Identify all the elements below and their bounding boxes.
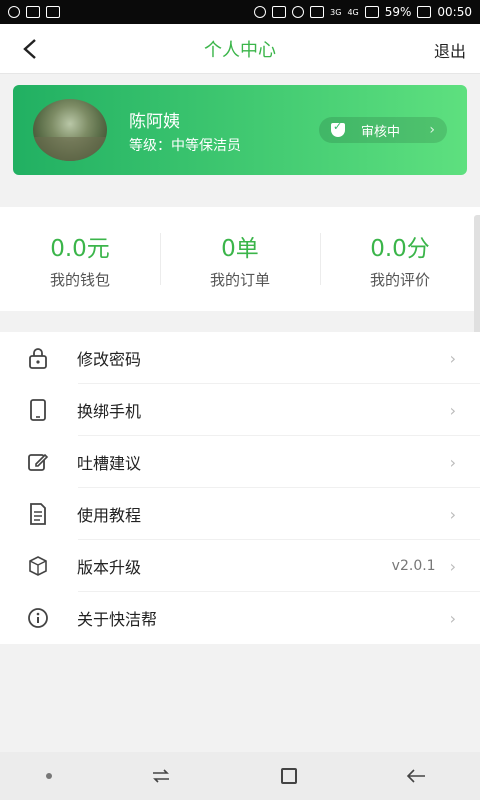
ratings-label: 我的评价 [369,270,430,289]
user-level: 等级：中等保洁员 [129,138,241,154]
recent-apps-button[interactable] [143,758,179,794]
document-icon [27,503,49,525]
system-nav-bar [0,752,480,800]
orders-label: 我的订单 [209,270,270,289]
menu-item-label: 关于快洁帮 [77,610,158,629]
menu-item-label: 使用教程 [77,506,142,525]
edit-icon [27,451,49,473]
recent-apps-icon [153,769,170,783]
stat-ratings[interactable]: 0.0分 我的评价 [320,207,480,311]
wallet-label: 我的钱包 [49,270,110,289]
review-status-label: 审核中 [361,124,401,140]
menu-item-version-upgrade[interactable]: 版本升级 v2.0.1 › [0,540,480,592]
menu-item-label: 换绑手机 [77,402,142,421]
status-left [8,6,60,18]
status-right: 3G 4G 59% 00:50 [254,5,472,19]
alarm-icon [292,6,305,18]
chevron-right-icon: › [449,556,456,576]
chevron-right-icon: › [449,504,456,524]
user-name: 陈阿姨 [129,112,180,132]
ratings-value: 0.0分 [370,235,430,262]
menu-item-label: 修改密码 [77,350,142,369]
wechat-icon [8,6,20,18]
message-icon [46,6,60,18]
page-title: 个人中心 [204,40,276,61]
chevron-right-icon: › [449,348,456,368]
profile-card[interactable]: 陈阿姨 等级：中等保洁员 审核中 › [13,85,467,175]
battery-level: 59% [384,5,412,19]
menu-item-about[interactable]: 关于快洁帮 › [0,592,480,644]
review-status-button[interactable]: 审核中 › [319,117,447,143]
location-icon [254,6,267,18]
signal-icon [364,6,379,18]
nav-dot-icon[interactable] [45,773,52,779]
back-arrow-icon [407,769,426,783]
menu-item-feedback[interactable]: 吐槽建议 › [0,436,480,488]
phone-icon [27,399,49,421]
network-3g: 3G [330,7,342,17]
chevron-right-icon: › [449,400,456,420]
package-icon [27,555,49,577]
chevron-right-icon: › [429,122,435,138]
avatar[interactable] [33,99,107,161]
home-button[interactable] [271,758,307,794]
menu-item-tutorial[interactable]: 使用教程 › [0,488,480,540]
chevron-right-icon: › [449,608,456,628]
battery-icon [417,6,432,18]
stat-orders[interactable]: 0单 我的订单 [160,207,320,311]
chevron-right-icon: › [449,452,456,472]
app-header: 个人中心 退出 [0,24,480,74]
system-back-button[interactable] [398,758,434,794]
orders-value: 0单 [221,235,259,262]
settings-menu: 修改密码 › 换绑手机 › 吐槽建议 › 使用教程 › 版本升级 v2.0.1 … [0,332,480,644]
status-bar: 3G 4G 59% 00:50 [0,0,480,24]
network-4g: 4G [347,7,359,17]
menu-item-change-phone[interactable]: 换绑手机 › [0,384,480,436]
menu-item-label: 版本升级 [77,558,142,577]
clock-time: 00:50 [437,5,472,19]
lock-icon [27,347,49,369]
home-icon [280,768,297,784]
nfc-icon [272,6,287,18]
stat-wallet[interactable]: 0.0元 我的钱包 [0,207,160,311]
wallet-value: 0.0元 [50,235,110,262]
version-number: v2.0.1 [391,558,436,574]
wifi-icon [310,6,325,18]
menu-item-label: 吐槽建议 [77,454,142,473]
shield-icon [331,120,345,137]
logout-button[interactable]: 退出 [434,38,466,62]
menu-item-change-password[interactable]: 修改密码 › [0,332,480,384]
stats-panel: 0.0元 我的钱包 0单 我的订单 0.0分 我的评价 [0,207,480,311]
gallery-icon [26,6,40,18]
info-icon [27,607,49,629]
